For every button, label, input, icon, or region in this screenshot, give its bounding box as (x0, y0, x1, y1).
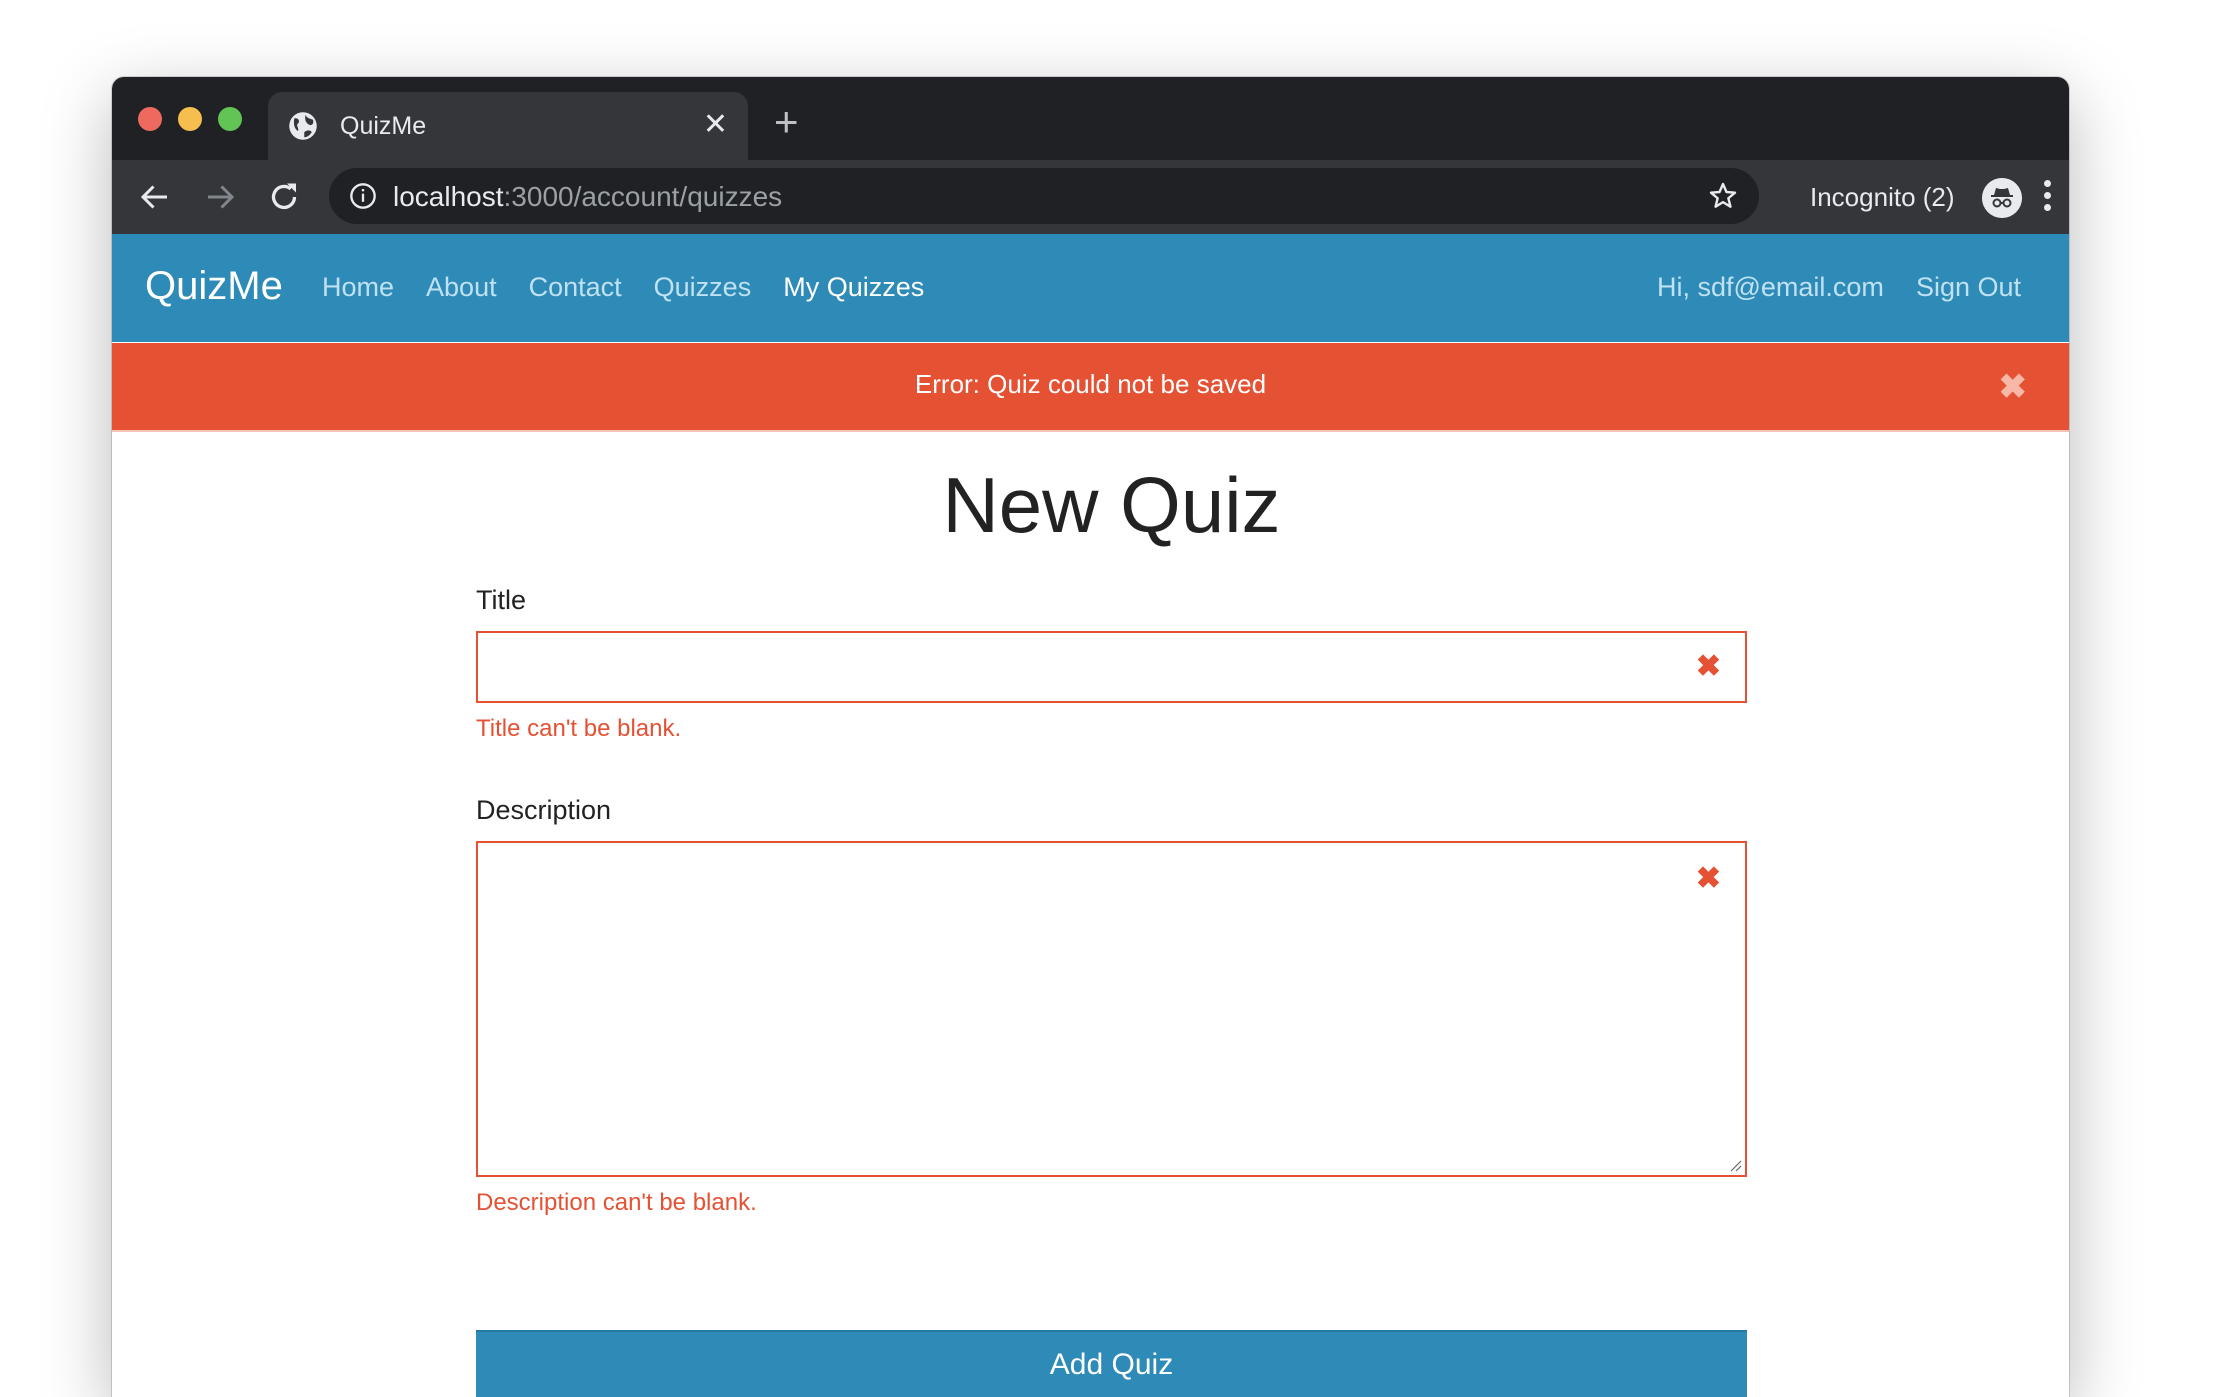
add-quiz-button[interactable]: Add Quiz (476, 1330, 1747, 1397)
alert-message: Error: Quiz could not be saved (914, 369, 1267, 399)
user-greeting[interactable]: Hi, sdf@email.com (1657, 272, 1884, 303)
minimize-window-button[interactable] (178, 107, 202, 131)
error-alert: Error: Quiz could not be saved ✖ (112, 343, 2069, 432)
description-label: Description (476, 795, 612, 825)
nav-link-about[interactable]: About (426, 272, 497, 303)
browser-tab[interactable]: QuizMe ✕ (268, 92, 748, 160)
nav-link-home[interactable]: Home (322, 272, 394, 303)
star-icon[interactable] (1707, 180, 1739, 212)
close-window-button[interactable] (138, 107, 162, 131)
description-textarea[interactable]: ✖ (476, 841, 1747, 1177)
title-input[interactable]: ✖ (476, 631, 1747, 703)
nav-links: Home About Contact Quizzes My Quizzes (322, 272, 956, 303)
title-label: Title (476, 585, 527, 615)
page-title: New Quiz (942, 461, 1281, 549)
brand-logo[interactable]: QuizMe (145, 264, 283, 309)
address-bar[interactable]: localhost:3000/account/quizzes (329, 168, 1759, 224)
new-tab-button[interactable]: + (774, 101, 799, 143)
browser-toolbar: localhost:3000/account/quizzes Incognito… (112, 160, 2069, 234)
browser-titlebar: QuizMe ✕ + (112, 77, 2069, 160)
arrow-left-icon[interactable] (137, 179, 173, 215)
nav-link-my-quizzes[interactable]: My Quizzes (783, 272, 924, 303)
info-icon[interactable] (349, 182, 377, 210)
error-x-icon: ✖ (1695, 650, 1721, 683)
nav-user-area: Hi, sdf@email.com Sign Out (1625, 272, 2021, 303)
site-navbar: QuizMe Home About Contact Quizzes My Qui… (112, 234, 2069, 342)
incognito-icon[interactable] (1982, 178, 2022, 218)
resize-handle-icon[interactable] (1728, 1158, 1742, 1172)
url-text[interactable]: localhost:3000/account/quizzes (393, 181, 782, 213)
arrow-right-icon[interactable] (202, 179, 238, 215)
maximize-window-button[interactable] (218, 107, 242, 131)
close-icon[interactable]: ✖ (1999, 367, 2028, 407)
url-path: :3000/account/quizzes (503, 181, 783, 212)
globe-icon (289, 112, 317, 140)
description-error: Description can't be blank. (476, 1189, 757, 1216)
reload-icon[interactable] (266, 179, 302, 215)
close-tab-icon[interactable]: ✕ (703, 108, 728, 142)
kebab-menu-icon[interactable] (2042, 180, 2052, 216)
url-host: localhost (393, 181, 504, 212)
browser-window: QuizMe ✕ + localhost:3000/account/quizze… (112, 77, 2069, 1397)
incognito-label[interactable]: Incognito (2) (1810, 182, 1955, 213)
tab-title: QuizMe (340, 112, 427, 140)
nav-link-quizzes[interactable]: Quizzes (654, 272, 752, 303)
error-x-icon: ✖ (1695, 862, 1721, 895)
title-error: Title can't be blank. (476, 715, 682, 742)
sign-out-link[interactable]: Sign Out (1916, 272, 2021, 303)
nav-link-contact[interactable]: Contact (529, 272, 622, 303)
new-quiz-form: New Quiz Title ✖ Title can't be blank. D… (476, 430, 1747, 1397)
